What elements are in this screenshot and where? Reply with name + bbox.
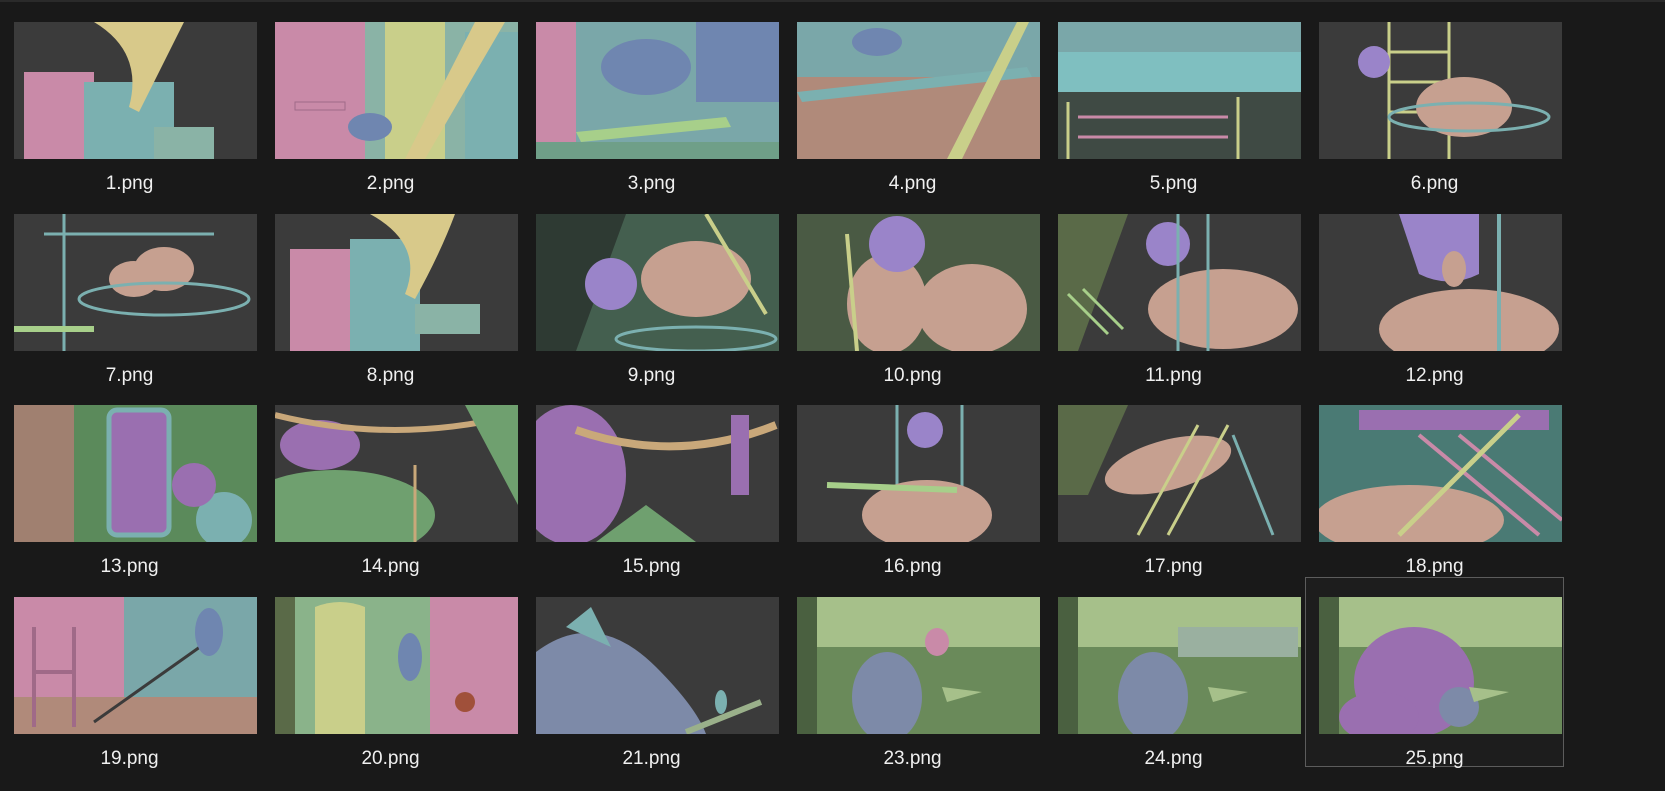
file-item[interactable]: 1.png	[0, 2, 259, 194]
image-thumbnail	[1319, 22, 1562, 159]
file-name: 3.png	[627, 173, 676, 194]
image-thumbnail	[1058, 214, 1301, 351]
image-thumbnail	[1319, 214, 1562, 351]
file-name: 19.png	[100, 748, 159, 769]
file-item[interactable]: 7.png	[0, 194, 259, 386]
image-thumbnail	[797, 405, 1040, 542]
file-name: 8.png	[366, 365, 415, 386]
image-thumbnail	[14, 214, 257, 351]
file-item[interactable]: 13.png	[0, 385, 259, 577]
file-item[interactable]: 2.png	[261, 2, 520, 194]
image-thumbnail	[1319, 597, 1562, 734]
file-name: 13.png	[100, 556, 159, 577]
image-thumbnail	[1319, 405, 1562, 542]
file-item[interactable]: 14.png	[261, 385, 520, 577]
file-item-selected[interactable]: 25.png	[1305, 577, 1564, 769]
file-name: 6.png	[1410, 173, 1459, 194]
file-item[interactable]: 10.png	[783, 194, 1042, 386]
file-name: 25.png	[1405, 748, 1464, 769]
image-thumbnail	[797, 597, 1040, 734]
file-name: 12.png	[1405, 365, 1464, 386]
image-thumbnail	[275, 405, 518, 542]
image-thumbnail	[797, 22, 1040, 159]
file-name: 5.png	[1149, 173, 1198, 194]
file-item[interactable]: 19.png	[0, 577, 259, 769]
file-name: 11.png	[1145, 365, 1202, 386]
file-name: 2.png	[366, 173, 415, 194]
file-name: 9.png	[627, 365, 676, 386]
file-item[interactable]: 9.png	[522, 194, 781, 386]
file-name: 16.png	[883, 556, 942, 577]
file-item[interactable]: 5.png	[1044, 2, 1303, 194]
file-item[interactable]: 23.png	[783, 577, 1042, 769]
file-item[interactable]: 17.png	[1044, 385, 1303, 577]
image-thumbnail	[536, 22, 779, 159]
file-item[interactable]: 18.png	[1305, 385, 1564, 577]
file-item[interactable]: 6.png	[1305, 2, 1564, 194]
file-name: 14.png	[361, 556, 420, 577]
file-item[interactable]: 20.png	[261, 577, 520, 769]
image-thumbnail	[536, 214, 779, 351]
file-name: 1.png	[105, 173, 154, 194]
file-item[interactable]: 3.png	[522, 2, 781, 194]
image-thumbnail	[275, 597, 518, 734]
file-item[interactable]: 16.png	[783, 385, 1042, 577]
file-name: 4.png	[888, 173, 937, 194]
image-thumbnail	[14, 597, 257, 734]
image-thumbnail	[14, 22, 257, 159]
file-name: 23.png	[883, 748, 942, 769]
image-thumbnail	[1058, 405, 1301, 542]
file-item[interactable]: 21.png	[522, 577, 781, 769]
file-name: 7.png	[105, 365, 154, 386]
file-name: 21.png	[622, 748, 681, 769]
file-name: 20.png	[361, 748, 420, 769]
image-thumbnail	[797, 214, 1040, 351]
image-thumbnail	[275, 22, 518, 159]
image-thumbnail	[536, 405, 779, 542]
file-item[interactable]: 12.png	[1305, 194, 1564, 386]
image-thumbnail	[14, 405, 257, 542]
image-thumbnail	[1058, 22, 1301, 159]
file-name: 17.png	[1144, 556, 1203, 577]
file-item[interactable]: 4.png	[783, 2, 1042, 194]
file-item[interactable]: 11.png	[1044, 194, 1303, 386]
image-thumbnail	[536, 597, 779, 734]
file-explorer-grid: 1.png 2.png 3.png 4.png 5.png 6.png 7.pn…	[0, 0, 1665, 791]
image-thumbnail	[1058, 597, 1301, 734]
file-name: 24.png	[1144, 748, 1203, 769]
file-name: 10.png	[883, 365, 942, 386]
file-name: 18.png	[1405, 556, 1464, 577]
file-item[interactable]: 8.png	[261, 194, 520, 386]
file-name: 15.png	[622, 556, 681, 577]
file-item[interactable]: 24.png	[1044, 577, 1303, 769]
image-thumbnail	[275, 214, 518, 351]
file-item[interactable]: 15.png	[522, 385, 781, 577]
